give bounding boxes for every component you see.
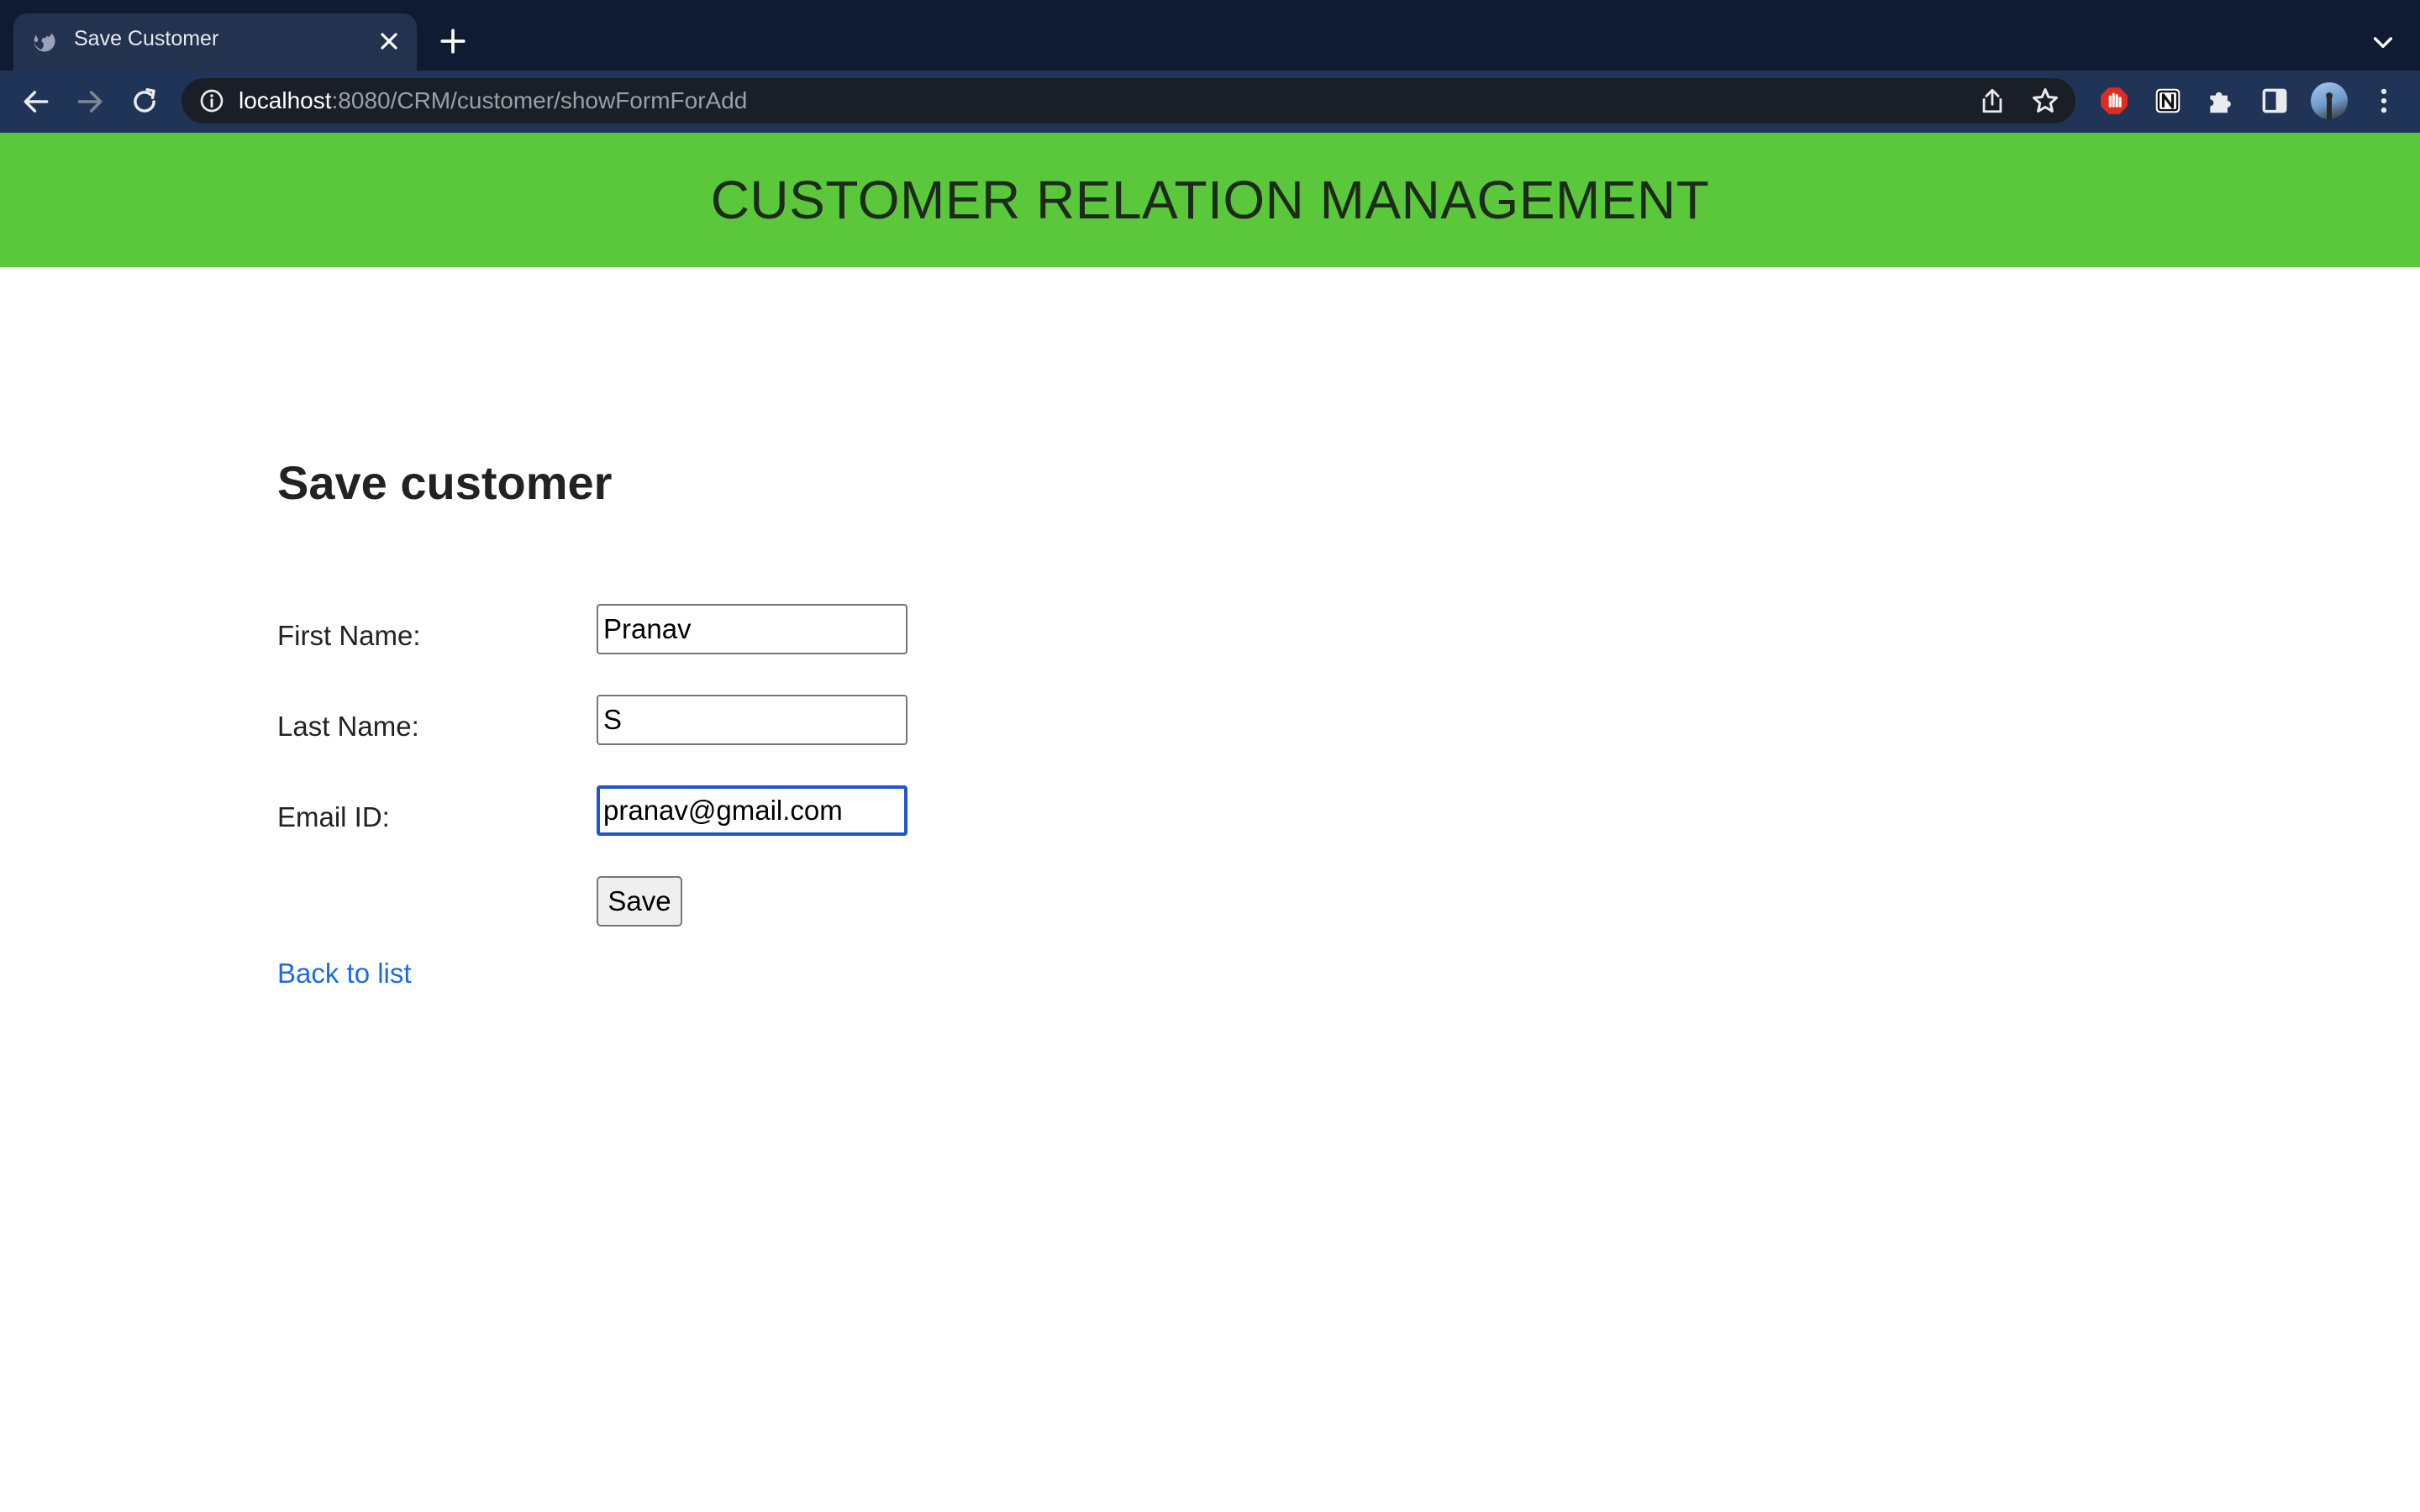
tab-strip bbox=[0, 0, 2420, 71]
close-icon[interactable] bbox=[376, 28, 402, 55]
tab-title: Save Customer bbox=[74, 27, 219, 50]
star-icon[interactable] bbox=[2030, 86, 2060, 116]
arrow-right-icon[interactable] bbox=[74, 86, 106, 118]
share-icon[interactable] bbox=[1978, 86, 2007, 116]
globe-icon bbox=[34, 29, 55, 52]
notion-icon[interactable] bbox=[2152, 85, 2184, 117]
info-icon[interactable] bbox=[198, 87, 225, 114]
side-panel-icon[interactable] bbox=[2259, 85, 2291, 117]
first-name-field[interactable] bbox=[597, 604, 908, 654]
header-banner: CUSTOMER RELATION MANAGEMENT bbox=[0, 133, 2420, 267]
email-field[interactable] bbox=[597, 785, 908, 836]
profile-silhouette-icon bbox=[2326, 92, 2333, 119]
address-url[interactable]: localhost:8080/CRM/customer/showFormForA… bbox=[239, 87, 747, 114]
url-host: localhost bbox=[239, 87, 332, 113]
avatar[interactable] bbox=[2311, 82, 2348, 119]
email-label: Email ID: bbox=[277, 801, 390, 832]
save-button[interactable]: Save bbox=[597, 876, 682, 927]
last-name-field[interactable] bbox=[597, 695, 908, 745]
url-path: :8080/CRM/customer/showFormForAdd bbox=[331, 87, 748, 113]
first-name-label: First Name: bbox=[277, 620, 421, 651]
ad-block-icon[interactable] bbox=[2098, 85, 2130, 117]
reload-icon[interactable] bbox=[129, 86, 160, 118]
banner-title: CUSTOMER RELATION MANAGEMENT bbox=[710, 170, 1710, 230]
page-title: Save customer bbox=[277, 456, 613, 509]
back-to-list-link[interactable]: Back to list bbox=[277, 958, 412, 990]
last-name-label: Last Name: bbox=[277, 711, 419, 742]
kebab-menu-icon[interactable] bbox=[2371, 85, 2396, 117]
plus-icon[interactable] bbox=[439, 27, 467, 55]
puzzle-icon[interactable] bbox=[2205, 85, 2237, 117]
chevron-down-icon[interactable] bbox=[2370, 29, 2396, 55]
arrow-left-icon[interactable] bbox=[20, 86, 52, 118]
